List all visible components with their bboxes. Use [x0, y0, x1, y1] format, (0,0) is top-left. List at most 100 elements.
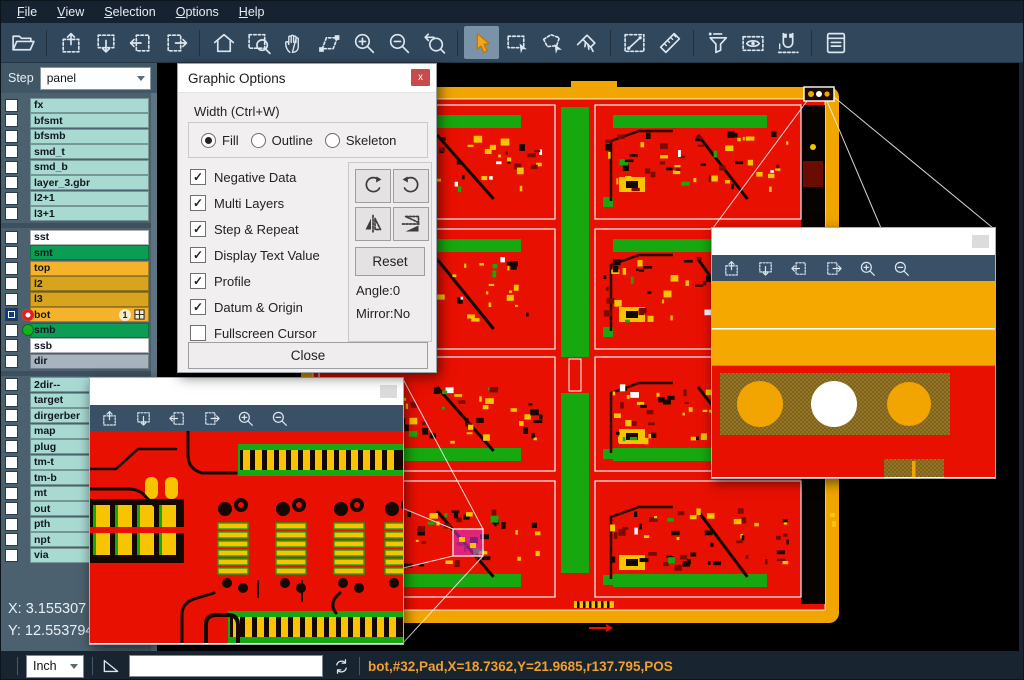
layer-name[interactable]: ssb — [30, 338, 149, 353]
home-view-button[interactable] — [206, 26, 241, 59]
radio-skeleton[interactable]: Skeleton — [325, 133, 397, 148]
layer-name[interactable]: fx — [30, 98, 149, 113]
layer-name[interactable]: sst — [30, 230, 149, 245]
dialog-title-bar[interactable]: Graphic Options x — [178, 64, 436, 93]
step-select[interactable]: panel — [40, 67, 151, 90]
import-down-button[interactable] — [88, 26, 123, 59]
view-options-button[interactable] — [735, 26, 770, 59]
layer-checkbox[interactable] — [5, 262, 18, 275]
menu-item-selection[interactable]: Selection — [94, 1, 165, 23]
layer-checkbox[interactable] — [5, 502, 18, 515]
layer-checkbox[interactable] — [5, 207, 18, 220]
import-down-button[interactable] — [134, 409, 153, 428]
rotate-ccw-button[interactable] — [393, 169, 429, 203]
window-button[interactable] — [972, 235, 989, 248]
layer-checkbox[interactable] — [5, 114, 18, 127]
zoom-in-button[interactable] — [236, 409, 255, 428]
mirror-horizontal-button[interactable] — [355, 207, 391, 241]
menu-item-view[interactable]: View — [47, 1, 94, 23]
layer-checkbox[interactable] — [5, 394, 18, 407]
layer-name[interactable]: smt — [30, 245, 149, 260]
zoom-in-button[interactable] — [858, 259, 877, 278]
layer-checkbox[interactable] — [5, 440, 18, 453]
layer-checkbox[interactable] — [5, 293, 18, 306]
import-right-button[interactable] — [824, 259, 843, 278]
layer-name[interactable]: smd_b — [30, 160, 149, 175]
report-list-button[interactable] — [818, 26, 853, 59]
import-up-button[interactable] — [722, 259, 741, 278]
import-down-button[interactable] — [756, 259, 775, 278]
grid-icon[interactable] — [131, 309, 145, 320]
import-right-button[interactable] — [158, 26, 193, 59]
unit-select[interactable]: Inch — [26, 655, 84, 678]
zoom-out-button[interactable] — [381, 26, 416, 59]
pan-hand-button[interactable] — [276, 26, 311, 59]
layer-checkbox[interactable] — [5, 518, 18, 531]
layer-name[interactable]: bot1 — [30, 307, 149, 322]
layer-name[interactable]: l3 — [30, 292, 149, 307]
select-polygon-button[interactable] — [534, 26, 569, 59]
layer-checkbox[interactable] — [5, 308, 18, 321]
angle-mode-icon[interactable] — [101, 656, 121, 676]
layer-name[interactable]: layer_3.gbr — [30, 175, 149, 190]
import-up-button[interactable] — [53, 26, 88, 59]
layer-checkbox[interactable] — [5, 99, 18, 112]
measure-ruler-button[interactable] — [652, 26, 687, 59]
layer-checkbox[interactable] — [5, 378, 18, 391]
layer-checkbox[interactable] — [5, 487, 18, 500]
select-cursor-button[interactable] — [464, 26, 499, 59]
menu-item-options[interactable]: Options — [166, 1, 229, 23]
measure-distance-button[interactable] — [617, 26, 652, 59]
import-up-button[interactable] — [100, 409, 119, 428]
zoom-out-button[interactable] — [892, 259, 911, 278]
checkbox-multi-layers[interactable]: ✓Multi Layers — [190, 190, 320, 216]
popup-title-bar[interactable] — [90, 378, 403, 405]
layer-checkbox[interactable] — [5, 161, 18, 174]
popup-title-bar[interactable] — [712, 228, 995, 255]
layer-name[interactable]: top — [30, 261, 149, 276]
checkbox-display-text-value[interactable]: ✓Display Text Value — [190, 242, 320, 268]
radio-outline[interactable]: Outline — [251, 133, 313, 148]
layer-name[interactable]: l2 — [30, 276, 149, 291]
radio-fill[interactable]: Fill — [201, 133, 239, 148]
layer-checkbox[interactable] — [5, 176, 18, 189]
layer-checkbox[interactable] — [5, 192, 18, 205]
close-button[interactable]: Close — [188, 342, 428, 369]
checkbox-profile[interactable]: ✓Profile — [190, 268, 320, 294]
window-button[interactable] — [380, 385, 397, 398]
checkbox-step-repeat[interactable]: ✓Step & Repeat — [190, 216, 320, 242]
zoom-polygon-button[interactable] — [311, 26, 346, 59]
snap-magnet-button[interactable] — [770, 26, 805, 59]
layer-checkbox[interactable] — [5, 277, 18, 290]
popup-zoom-view[interactable] — [90, 431, 403, 648]
menu-item-help[interactable]: Help — [229, 1, 275, 23]
layer-name[interactable]: smb — [30, 323, 149, 338]
layer-checkbox[interactable] — [5, 409, 18, 422]
close-icon[interactable]: x — [411, 69, 430, 86]
layer-checkbox[interactable] — [5, 145, 18, 158]
filter-funnel-button[interactable] — [700, 26, 735, 59]
layer-name[interactable]: bfsmt — [30, 113, 149, 128]
layer-checkbox[interactable] — [5, 231, 18, 244]
popup-zoom-view[interactable] — [712, 281, 995, 482]
open-file-button[interactable] — [5, 26, 40, 59]
layer-checkbox[interactable] — [5, 456, 18, 469]
layer-checkbox[interactable] — [5, 355, 18, 368]
layer-name[interactable]: bfsmb — [30, 129, 149, 144]
reset-button[interactable]: Reset — [355, 247, 425, 276]
layer-name[interactable]: l3+1 — [30, 206, 149, 221]
import-right-button[interactable] — [202, 409, 221, 428]
layer-checkbox[interactable] — [5, 324, 18, 337]
layer-checkbox[interactable] — [5, 246, 18, 259]
command-input[interactable] — [129, 655, 323, 677]
layer-checkbox[interactable] — [5, 130, 18, 143]
import-left-button[interactable] — [790, 259, 809, 278]
layer-checkbox[interactable] — [5, 549, 18, 562]
checkbox-datum-origin[interactable]: ✓Datum & Origin — [190, 294, 320, 320]
layer-name[interactable]: dir — [30, 354, 149, 369]
sync-icon[interactable] — [332, 657, 351, 676]
layer-name[interactable]: l2+1 — [30, 191, 149, 206]
rotate-cw-button[interactable] — [355, 169, 391, 203]
checkbox-negative-data[interactable]: ✓Negative Data — [190, 164, 320, 190]
import-left-button[interactable] — [168, 409, 187, 428]
